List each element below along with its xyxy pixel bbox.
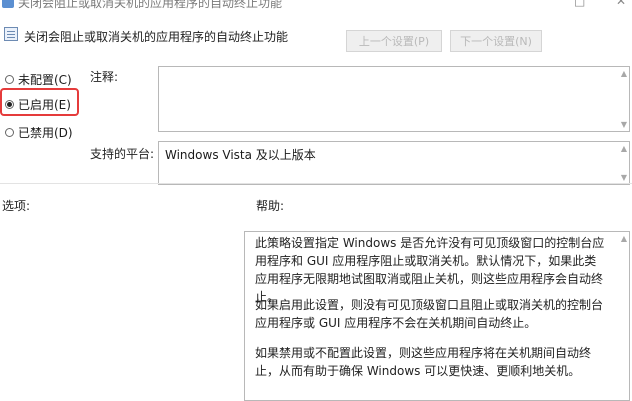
help-paragraph: 如果禁用或不配置此设置，则这些应用程序将在关机期间自动终止，从而有助于确保 Wi…	[255, 346, 592, 378]
help-scrollbar[interactable]: ▲	[615, 232, 629, 400]
help-label: 帮助:	[256, 199, 285, 213]
window-title-bar: 关闭会阻止或取消关机的应用程序的自动终止功能 □ ✕	[0, 0, 632, 16]
radio-circle-icon[interactable]	[5, 128, 14, 137]
radio-disabled[interactable]: 已禁用(D)	[5, 124, 73, 141]
scroll-up-icon[interactable]: ▲	[621, 144, 627, 153]
radio-circle-icon[interactable]	[5, 75, 14, 84]
next-setting-button[interactable]: 下一个设置(N)	[450, 30, 542, 52]
section-divider	[0, 183, 632, 184]
highlight-box	[0, 88, 79, 116]
help-paragraph: 如果启用此设置，则没有可见顶级窗口且阻止或取消关机的控制台应用程序或 GUI 应…	[255, 298, 604, 330]
radio-label: 未配置(C)	[18, 73, 72, 87]
radio-label: 已禁用(D)	[18, 126, 73, 140]
comment-label: 注释:	[90, 70, 119, 84]
comment-textarea[interactable]: ▲ ▼	[158, 66, 630, 132]
platform-field: Windows Vista 及以上版本 ▲ ▼	[158, 141, 630, 185]
scroll-down-icon[interactable]: ▼	[621, 120, 627, 129]
previous-setting-button[interactable]: 上一个设置(P)	[346, 30, 442, 52]
app-icon	[2, 0, 14, 8]
platform-label: 支持的平台:	[90, 147, 155, 161]
maximize-icon[interactable]: □	[574, 0, 585, 8]
policy-title: 关闭会阻止或取消关机的应用程序的自动终止功能	[24, 30, 289, 44]
scroll-up-icon[interactable]: ▲	[621, 69, 627, 78]
radio-not-configured[interactable]: 未配置(C)	[5, 71, 72, 88]
platform-value: Windows Vista 及以上版本	[165, 148, 316, 162]
window-title: 关闭会阻止或取消关机的应用程序的自动终止功能	[18, 0, 283, 10]
help-text-panel: 此策略设置指定 Windows 是否允许没有可见顶级窗口的控制台应用程序和 GU…	[244, 231, 630, 401]
policy-setting-icon	[4, 27, 18, 41]
close-icon[interactable]: ✕	[616, 0, 626, 8]
scroll-down-icon[interactable]: ▼	[621, 173, 627, 182]
scroll-up-icon[interactable]: ▲	[621, 234, 627, 243]
options-label: 选项:	[2, 199, 31, 213]
